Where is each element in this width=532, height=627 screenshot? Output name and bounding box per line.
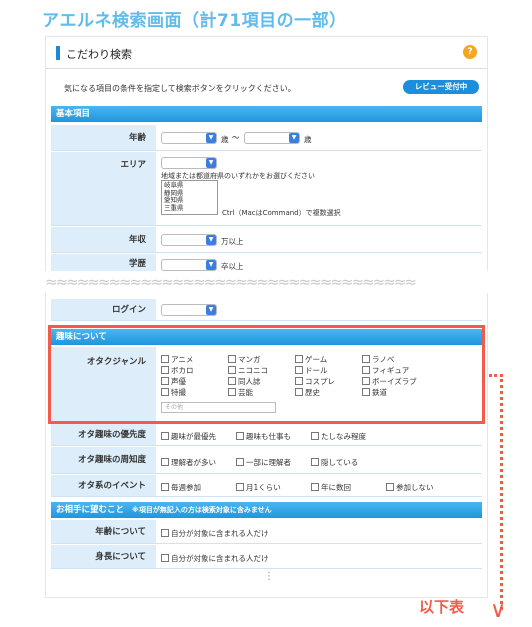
priority-checkbox[interactable]: 趣味が最優先 <box>161 431 216 442</box>
income-label: 年収 <box>51 227 156 252</box>
age-tilde: 〜 <box>232 133 240 142</box>
intro-text: 気になる項目の条件を指定して検索ボタンをクリックください。 <box>64 84 296 93</box>
help-icon[interactable]: ? <box>463 45 477 59</box>
events-checkbox[interactable]: 参加しない <box>386 482 434 493</box>
highlight-arrow-line <box>489 374 503 610</box>
age-min-select[interactable]: ▼ <box>161 132 217 144</box>
partner-height-label: 身長について <box>51 545 156 568</box>
events-checkbox[interactable]: 年に数回 <box>311 482 351 493</box>
chevron-down-icon: ▼ <box>206 235 216 245</box>
partner-height-checkbox[interactable]: 自分が対象に含まれる人だけ <box>161 553 269 564</box>
panel-header: こだわり検索 ? <box>46 37 487 69</box>
omission-wave-divider: ≈≈≈≈≈≈≈≈≈≈≈≈≈≈≈≈≈≈≈≈≈≈≈≈≈≈≈≈≈≈≈≈≈≈≈ <box>45 271 488 293</box>
chevron-down-icon: ▼ <box>206 260 216 270</box>
education-select[interactable]: ▼ <box>161 259 217 271</box>
area-select[interactable]: ▼ <box>161 157 217 169</box>
highlight-box <box>48 325 485 424</box>
priority-checkbox[interactable]: たしなみ程度 <box>311 431 366 442</box>
row-area: エリア ▼ 地域または都道府県のいずれかをお選びください 岐阜県 静岡県 愛知県… <box>51 152 482 226</box>
partner-section-title: お相手に望むこと <box>56 505 125 515</box>
partner-age-checkbox[interactable]: 自分が対象に含まれる人だけ <box>161 528 269 539</box>
priority-label: オタ趣味の優先度 <box>51 424 156 445</box>
prefecture-listbox[interactable]: 岐阜県 静岡県 愛知県 三重県 <box>161 180 218 215</box>
header-accent-bar <box>56 46 60 60</box>
login-select[interactable]: ▼ <box>161 304 217 316</box>
age-label: 年齢 <box>51 125 156 150</box>
age-unit-min: 歳 <box>221 135 229 144</box>
chevron-down-icon: ▼ <box>206 133 216 143</box>
chevron-down-icon: ▼ <box>206 158 216 168</box>
row-partner-height: 身長について 自分が対象に含まれる人だけ <box>51 545 482 569</box>
list-item[interactable]: 三重県 <box>164 204 215 213</box>
review-button[interactable]: レビュー受付中 <box>403 80 479 94</box>
row-events: オタ系のイベント 毎週参加 月1くらい 年に数回 参加しない <box>51 475 482 497</box>
row-age: 年齢 ▼ 歳 〜 ▼ 歳 <box>51 125 482 151</box>
more-items-indicator: ⋮ <box>264 571 274 582</box>
row-partner-age: 年齢について 自分が対象に含まれる人だけ <box>51 520 482 544</box>
awareness-checkbox[interactable]: 一部に理解者 <box>236 457 291 468</box>
partner-section-note: ※項目が無記入の方は検索対象に含みません <box>132 506 272 514</box>
multi-select-hint: Ctrl（MacはCommand）で複数選択 <box>222 209 341 217</box>
age-max-select[interactable]: ▼ <box>244 132 300 144</box>
section-basic: 基本項目 <box>51 106 482 122</box>
below-table-label: 以下表 <box>419 598 465 616</box>
chevron-down-icon: ▼ <box>289 133 299 143</box>
awareness-label: オタ趣味の周知度 <box>51 447 156 473</box>
partner-age-label: 年齢について <box>51 520 156 543</box>
events-checkbox[interactable]: 毎週参加 <box>161 482 201 493</box>
row-login: ログイン ▼ <box>51 299 482 321</box>
awareness-checkbox[interactable]: 隠している <box>311 457 358 468</box>
row-awareness: オタ趣味の周知度 理解者が多い 一部に理解者 隠している <box>51 447 482 474</box>
income-unit: 万以上 <box>221 237 244 246</box>
row-income: 年収 ▼ 万以上 <box>51 227 482 253</box>
priority-checkbox[interactable]: 趣味も仕事も <box>236 431 291 442</box>
section-partner: お相手に望むこと ※項目が無記入の方は検索対象に含みません <box>51 502 482 518</box>
awareness-checkbox[interactable]: 理解者が多い <box>161 457 216 468</box>
arrow-down-icon: ∨ <box>490 598 507 623</box>
page-caption: アエルネ検索画面（計71項目の一部） <box>42 11 347 31</box>
search-panel: こだわり検索 ? 気になる項目の条件を指定して検索ボタンをクリックください。 レ… <box>45 36 488 598</box>
login-label: ログイン <box>51 299 156 320</box>
chevron-down-icon: ▼ <box>206 305 216 315</box>
area-label: エリア <box>51 152 156 225</box>
events-checkbox[interactable]: 月1くらい <box>236 482 281 493</box>
row-priority: オタ趣味の優先度 趣味が最優先 趣味も仕事も たしなみ程度 <box>51 424 482 446</box>
events-label: オタ系のイベント <box>51 475 156 496</box>
age-unit-max: 歳 <box>304 135 312 144</box>
income-select[interactable]: ▼ <box>161 234 217 246</box>
panel-title: こだわり検索 <box>66 48 132 61</box>
